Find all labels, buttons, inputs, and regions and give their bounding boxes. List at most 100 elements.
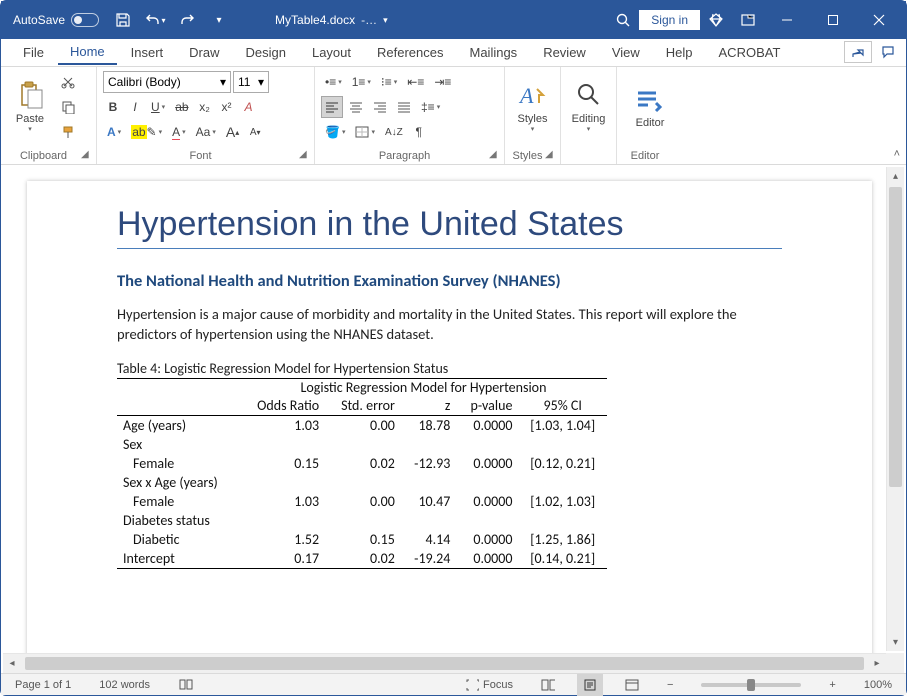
doc-title[interactable]: Hypertension in the United States — [117, 205, 782, 249]
paragraph-launcher[interactable]: ◢ — [489, 149, 501, 161]
autosave-toggle[interactable]: AutoSave — [5, 13, 107, 27]
table-row[interactable]: Female0.15 0.02 -12.93 0.0000 [0.12, 0.2… — [117, 454, 607, 473]
diamond-button[interactable] — [700, 1, 732, 39]
minimize-button[interactable] — [764, 1, 810, 39]
save-button[interactable] — [107, 1, 139, 39]
subscript-button[interactable]: x₂ — [195, 96, 215, 118]
tab-help[interactable]: Help — [654, 41, 705, 64]
tab-acrobat[interactable]: ACROBAT — [707, 41, 793, 64]
editing-button[interactable]: Editing ▾ — [567, 71, 610, 141]
scroll-up-button[interactable]: ▴ — [887, 167, 904, 185]
shading-button[interactable]: 🪣▾ — [321, 121, 349, 143]
read-mode-button[interactable] — [535, 674, 561, 696]
align-center-button[interactable] — [345, 96, 367, 118]
clear-formatting-button[interactable]: A — [239, 96, 259, 118]
tab-review[interactable]: Review — [531, 41, 598, 64]
comments-button[interactable] — [874, 41, 902, 63]
font-color-button[interactable]: A▾ — [168, 121, 190, 143]
table-row[interactable]: Diabetes status — [117, 511, 607, 530]
doc-heading[interactable]: The National Health and Nutrition Examin… — [117, 271, 782, 291]
vertical-scrollbar[interactable]: ▴ ▾ — [886, 167, 904, 651]
tab-view[interactable]: View — [600, 41, 652, 64]
table-row[interactable]: Diabetic1.52 0.15 4.14 0.0000 [1.25, 1.8… — [117, 530, 607, 549]
ribbon-display-button[interactable] — [732, 1, 764, 39]
copy-button[interactable] — [57, 96, 79, 118]
close-button[interactable] — [856, 1, 902, 39]
collapse-ribbon-button[interactable]: ˄ — [894, 148, 900, 160]
increase-indent-button[interactable]: ⇥≡ — [430, 71, 455, 93]
tab-design[interactable]: Design — [234, 41, 298, 64]
tab-layout[interactable]: Layout — [300, 41, 363, 64]
text-effects-button[interactable]: A▾ — [103, 121, 125, 143]
horizontal-scrollbar[interactable]: ◂ ▸ — [3, 653, 886, 673]
font-size-combo[interactable]: 11▾ — [233, 71, 269, 93]
table-row[interactable]: Female1.03 0.00 10.47 0.0000 [1.02, 1.03… — [117, 492, 607, 511]
document-title[interactable]: MyTable4.docx -… ▾ — [275, 13, 388, 27]
focus-mode-button[interactable]: Focus — [459, 674, 519, 696]
print-layout-button[interactable] — [577, 674, 603, 696]
numbering-button[interactable]: 1≡▾ — [348, 71, 375, 93]
tab-references[interactable]: References — [365, 41, 455, 64]
redo-button[interactable] — [171, 1, 203, 39]
search-button[interactable] — [607, 1, 639, 39]
justify-button[interactable] — [393, 96, 415, 118]
shrink-font-button[interactable]: A▾ — [245, 121, 265, 143]
spelling-status[interactable] — [172, 674, 200, 696]
paste-button[interactable]: Paste ▾ — [7, 71, 53, 141]
table-row[interactable]: Sex x Age (years) — [117, 473, 607, 492]
zoom-out-button[interactable]: − — [661, 674, 679, 696]
line-spacing-button[interactable]: ‡≡▾ — [417, 96, 444, 118]
tab-insert[interactable]: Insert — [119, 41, 176, 64]
clipboard-launcher[interactable]: ◢ — [81, 149, 93, 161]
styles-launcher[interactable]: ◢ — [545, 149, 557, 161]
zoom-level[interactable]: 100% — [858, 674, 898, 696]
multilevel-button[interactable]: ⁝≡▾ — [377, 71, 401, 93]
page-number-status[interactable]: Page 1 of 1 — [9, 674, 77, 696]
editor-button[interactable]: Editor — [623, 71, 677, 141]
zoom-thumb[interactable] — [747, 679, 755, 691]
sort-button[interactable]: A↓Z — [381, 121, 407, 143]
scroll-left-button[interactable]: ◂ — [3, 658, 21, 669]
tab-home[interactable]: Home — [58, 40, 117, 65]
align-left-button[interactable] — [321, 96, 343, 118]
underline-button[interactable]: U▾ — [147, 96, 169, 118]
strikethrough-button[interactable]: ab — [171, 96, 192, 118]
cut-button[interactable] — [57, 71, 79, 93]
tab-mailings[interactable]: Mailings — [458, 41, 530, 64]
grow-font-button[interactable]: A▴ — [222, 121, 243, 143]
zoom-in-button[interactable]: + — [823, 674, 841, 696]
bullets-button[interactable]: •≡▾ — [321, 71, 346, 93]
bold-button[interactable]: B — [103, 96, 123, 118]
change-case-button[interactable]: Aa▾ — [192, 121, 220, 143]
customize-qat-button[interactable]: ▾ — [203, 1, 235, 39]
font-launcher[interactable]: ◢ — [299, 149, 311, 161]
superscript-button[interactable]: x² — [217, 96, 237, 118]
table-row[interactable]: Sex — [117, 435, 607, 454]
scroll-right-button[interactable]: ▸ — [868, 658, 886, 669]
word-count-status[interactable]: 102 words — [93, 674, 156, 696]
highlight-button[interactable]: ab✎▾ — [127, 121, 166, 143]
tab-file[interactable]: File — [11, 41, 56, 64]
zoom-slider[interactable] — [701, 683, 801, 687]
web-layout-button[interactable] — [619, 674, 645, 696]
scroll-thumb[interactable] — [889, 187, 902, 487]
format-painter-button[interactable] — [57, 121, 79, 143]
show-marks-button[interactable]: ¶ — [409, 121, 429, 143]
borders-button[interactable]: ▾ — [351, 121, 379, 143]
table-row[interactable]: Age (years)1.03 0.00 18.78 0.0000 [1.03,… — [117, 416, 607, 436]
doc-paragraph[interactable]: Hypertension is a major cause of morbidi… — [117, 305, 782, 344]
sign-in-button[interactable]: Sign in — [639, 10, 700, 30]
table-caption[interactable]: Table 4: Logistic Regression Model for H… — [117, 360, 607, 379]
tab-draw[interactable]: Draw — [177, 41, 231, 64]
regression-table[interactable]: Logistic Regression Model for Hypertensi… — [117, 379, 607, 569]
maximize-button[interactable] — [810, 1, 856, 39]
hscroll-thumb[interactable] — [25, 657, 864, 670]
page[interactable]: Hypertension in the United States The Na… — [27, 181, 872, 673]
styles-button[interactable]: A Styles ▾ — [511, 71, 554, 141]
decrease-indent-button[interactable]: ⇤≡ — [403, 71, 428, 93]
table-row[interactable]: Intercept0.17 0.02 -19.24 0.0000 [0.14, … — [117, 549, 607, 569]
font-name-combo[interactable]: Calibri (Body)▾ — [103, 71, 231, 93]
align-right-button[interactable] — [369, 96, 391, 118]
scroll-down-button[interactable]: ▾ — [887, 633, 904, 651]
share-button[interactable] — [844, 41, 872, 63]
